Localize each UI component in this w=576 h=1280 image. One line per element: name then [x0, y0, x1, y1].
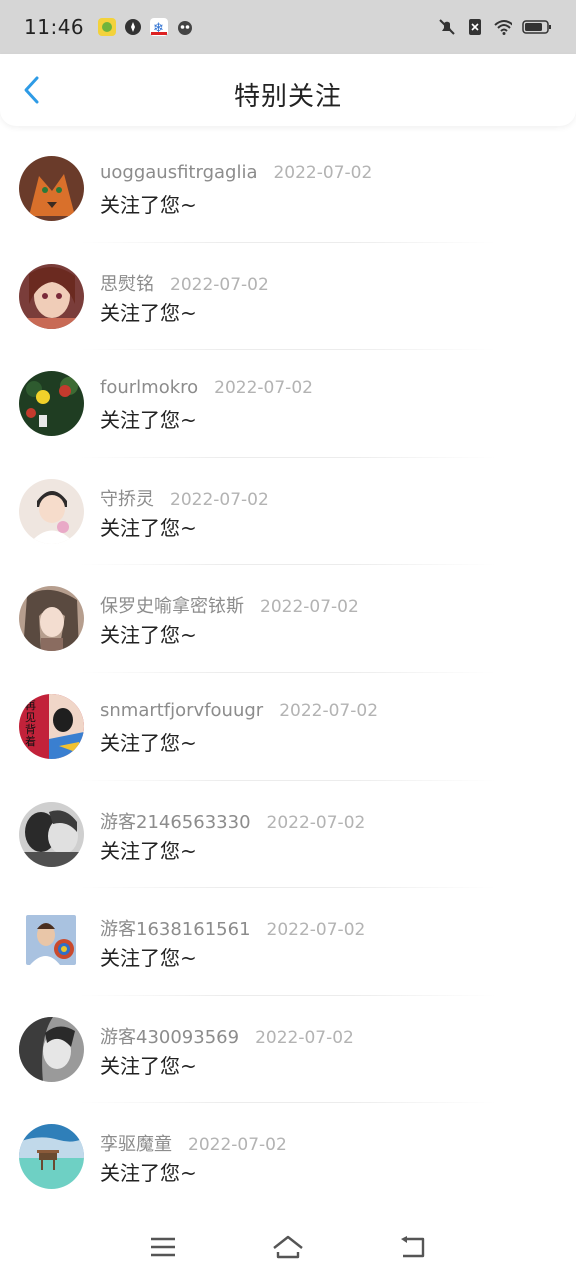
- menu-icon: [150, 1237, 175, 1257]
- message: 关注了您~: [100, 946, 197, 971]
- avatar[interactable]: [19, 586, 84, 652]
- follow-list: uoggausfitrgaglia 2022-07-02 关注了您~ 思熨铭 2…: [0, 134, 576, 1210]
- username[interactable]: 保罗史喻拿密铱斯: [100, 592, 244, 618]
- date: 2022-07-02: [266, 920, 366, 941]
- status-time: 11:46: [24, 15, 85, 39]
- avatar[interactable]: [19, 1124, 84, 1190]
- list-item[interactable]: 再见背着 snmartfjorvfouugr 2022-07-02 关注了您~: [0, 671, 576, 780]
- list-item[interactable]: 游客430093569 2022-07-02 关注了您~: [0, 994, 576, 1103]
- avatar[interactable]: [19, 263, 84, 329]
- status-bar: 11:46 ❄: [0, 0, 576, 54]
- list-item[interactable]: 游客1638161561 2022-07-02 关注了您~: [0, 887, 576, 995]
- item-header: 保罗史喻拿密铱斯 2022-07-02: [100, 592, 359, 618]
- item-header: 游客2146563330 2022-07-02: [100, 808, 365, 834]
- wifi-icon: [494, 18, 512, 36]
- header: 特别关注: [0, 54, 576, 126]
- date: 2022-07-02: [170, 489, 269, 510]
- date: 2022-07-02: [273, 163, 373, 183]
- list-item[interactable]: uoggausfitrgaglia 2022-07-02 关注了您~: [0, 134, 576, 242]
- item-header: 游客430093569 2022-07-02: [100, 1023, 354, 1049]
- divider: [80, 349, 496, 351]
- date: 2022-07-02: [188, 1135, 287, 1156]
- item-header: fourlmokro 2022-07-02: [100, 377, 313, 398]
- item-header: 游客1638161561 2022-07-02: [100, 915, 365, 941]
- back-nav-button[interactable]: [393, 1227, 433, 1267]
- divider: [80, 1102, 496, 1104]
- message: 关注了您~: [100, 730, 197, 755]
- avatar[interactable]: [19, 371, 84, 437]
- sim-icon: [466, 18, 484, 36]
- username[interactable]: 孪驱魔童: [100, 1130, 172, 1156]
- avatar[interactable]: [19, 801, 84, 867]
- divider: [80, 779, 496, 781]
- list-item[interactable]: 守挢灵 2022-07-02 关注了您~: [0, 456, 576, 565]
- page-title: 特别关注: [233, 82, 342, 112]
- item-header: 思熨铭 2022-07-02: [100, 270, 269, 296]
- list-item[interactable]: fourlmokro 2022-07-02 关注了您~: [0, 349, 576, 457]
- mute-icon: [438, 18, 456, 36]
- battery-icon: [522, 18, 552, 36]
- app-compass-icon: [124, 18, 142, 36]
- date: 2022-07-02: [266, 812, 366, 833]
- username[interactable]: 守挢灵: [100, 485, 154, 511]
- username[interactable]: 游客430093569: [100, 1023, 239, 1049]
- app-yellow-icon: [98, 18, 117, 36]
- avatar-caption: 再见背着: [25, 698, 36, 748]
- status-system-icons: [438, 18, 552, 36]
- home-icon: [273, 1235, 303, 1259]
- list-item[interactable]: 孪驱魔童 2022-07-02 关注了您~: [0, 1102, 576, 1210]
- date: 2022-07-02: [260, 597, 359, 618]
- username[interactable]: 游客2146563330: [100, 808, 251, 834]
- avatar[interactable]: [19, 156, 84, 221]
- divider: [80, 994, 496, 996]
- avatar[interactable]: [19, 478, 84, 544]
- username[interactable]: snmartfjorvfouugr: [100, 700, 263, 721]
- username[interactable]: 游客1638161561: [100, 915, 251, 941]
- username[interactable]: uoggausfitrgaglia: [100, 162, 257, 183]
- message: 关注了您~: [100, 1161, 197, 1186]
- message: 关注了您~: [100, 838, 197, 863]
- item-header: 守挢灵 2022-07-02: [100, 485, 269, 511]
- list-item[interactable]: 思熨铭 2022-07-02 关注了您~: [0, 241, 576, 350]
- divider: [80, 671, 496, 673]
- avatar[interactable]: [26, 915, 76, 966]
- divider: [80, 241, 496, 243]
- item-header: 孪驱魔童 2022-07-02: [100, 1130, 287, 1156]
- message: 关注了您~: [100, 1053, 197, 1078]
- item-header: snmartfjorvfouugr 2022-07-02: [100, 700, 378, 721]
- item-header: uoggausfitrgaglia 2022-07-02: [100, 162, 372, 183]
- message: 关注了您~: [100, 408, 197, 433]
- list-item[interactable]: 保罗史喻拿密铱斯 2022-07-02 关注了您~: [0, 564, 576, 672]
- divider: [80, 887, 496, 889]
- menu-button[interactable]: [143, 1227, 183, 1267]
- divider: [80, 564, 496, 566]
- username[interactable]: fourlmokro: [100, 377, 198, 398]
- message: 关注了您~: [100, 623, 197, 648]
- username[interactable]: 思熨铭: [100, 270, 154, 296]
- back-icon: [401, 1236, 425, 1258]
- date: 2022-07-02: [279, 700, 379, 721]
- date: 2022-07-02: [255, 1027, 354, 1048]
- date: 2022-07-02: [170, 274, 269, 295]
- list-item[interactable]: 游客2146563330 2022-07-02 关注了您~: [0, 779, 576, 888]
- divider: [80, 456, 496, 458]
- message: 关注了您~: [100, 300, 197, 325]
- avatar[interactable]: [19, 1016, 84, 1082]
- avatar[interactable]: 再见背着: [19, 693, 84, 759]
- date: 2022-07-02: [214, 378, 313, 399]
- message: 关注了您~: [100, 193, 197, 217]
- app-cat-icon: [176, 18, 194, 36]
- app-snowflake-icon: ❄: [150, 18, 169, 36]
- status-app-icons: ❄: [98, 18, 194, 36]
- navigation-bar: [0, 1214, 576, 1280]
- home-button[interactable]: [268, 1227, 308, 1267]
- message: 关注了您~: [100, 515, 197, 540]
